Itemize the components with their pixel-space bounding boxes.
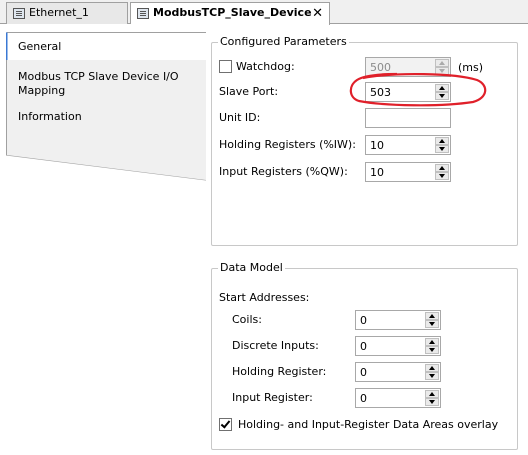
spin-down-icon[interactable]	[435, 172, 449, 180]
input-register-input[interactable]	[358, 390, 420, 406]
holding-registers-input[interactable]	[368, 137, 430, 153]
nav-item-io-mapping-label: Modbus TCP Slave Device I/O Mapping	[18, 70, 179, 97]
highlight-ellipse	[349, 72, 487, 107]
configured-parameters-title: Configured Parameters	[218, 35, 349, 48]
spin-down-icon[interactable]	[425, 398, 439, 406]
input-register-spinner[interactable]	[355, 388, 441, 408]
nav-item-information[interactable]: Information	[8, 106, 205, 124]
tab-ethernet-label: Ethernet_1	[29, 6, 89, 19]
slave-port-highlight	[349, 72, 487, 107]
holding-register-spin-buttons[interactable]	[425, 364, 439, 380]
start-addresses-label: Start Addresses:	[219, 291, 310, 304]
input-registers-label: Input Registers (%QW):	[219, 165, 348, 178]
input-registers-spinner[interactable]	[365, 162, 451, 182]
discrete-inputs-spin-buttons[interactable]	[425, 338, 439, 354]
data-model-group: Data Model Start Addresses: Coils: Discr…	[211, 261, 518, 450]
watchdog-checkbox[interactable]	[219, 60, 232, 73]
spin-up-icon[interactable]	[425, 312, 439, 320]
spin-down-icon[interactable]	[425, 346, 439, 354]
nav-item-general[interactable]: General	[8, 36, 205, 54]
editor-tab-bar: Ethernet_1 ModbusTCP_Slave_Device ✕	[0, 0, 528, 25]
unit-id-label: Unit ID:	[219, 111, 261, 124]
close-icon[interactable]: ✕	[312, 6, 323, 21]
spin-up-icon[interactable]	[435, 164, 449, 172]
data-model-title: Data Model	[218, 261, 285, 274]
discrete-inputs-label: Discrete Inputs:	[232, 339, 319, 352]
nav-item-io-mapping[interactable]: Modbus TCP Slave Device I/O Mapping	[8, 66, 188, 98]
input-register-label: Input Register:	[232, 391, 313, 404]
tab-ethernet[interactable]: Ethernet_1	[6, 2, 128, 24]
coils-spinner[interactable]	[355, 310, 441, 330]
tab-modbus-label: ModbusTCP_Slave_Device	[153, 6, 312, 19]
coils-spin-buttons[interactable]	[425, 312, 439, 328]
unit-id-field[interactable]	[365, 108, 451, 128]
checkmark-icon	[220, 418, 231, 429]
spin-down-icon[interactable]	[425, 372, 439, 380]
spin-up-icon[interactable]	[435, 59, 449, 67]
input-registers-spin-buttons[interactable]	[435, 164, 449, 180]
slave-port-label: Slave Port:	[219, 85, 279, 98]
holding-register-label: Holding Register:	[232, 365, 327, 378]
nav-item-general-label: General	[18, 40, 62, 53]
spin-up-icon[interactable]	[425, 338, 439, 346]
holding-register-spinner[interactable]	[355, 362, 441, 382]
overlay-checkbox[interactable]	[219, 418, 232, 431]
device-icon	[13, 8, 25, 19]
spin-up-icon[interactable]	[435, 137, 449, 145]
coils-input[interactable]	[358, 312, 420, 328]
holding-registers-spin-buttons[interactable]	[435, 137, 449, 153]
device-icon	[137, 8, 149, 19]
settings-nav: General Modbus TCP Slave Device I/O Mapp…	[0, 24, 210, 455]
spin-up-icon[interactable]	[425, 364, 439, 372]
holding-register-input[interactable]	[358, 364, 420, 380]
tab-modbus-slave-device[interactable]: ModbusTCP_Slave_Device ✕	[130, 2, 330, 25]
coils-label: Coils:	[232, 313, 262, 326]
overlay-label: Holding- and Input-Register Data Areas o…	[238, 418, 499, 431]
holding-registers-label: Holding Registers (%IW):	[219, 138, 356, 151]
spin-down-icon[interactable]	[425, 320, 439, 328]
discrete-inputs-spinner[interactable]	[355, 336, 441, 356]
input-registers-input[interactable]	[368, 164, 430, 180]
discrete-inputs-input[interactable]	[358, 338, 420, 354]
holding-registers-spinner[interactable]	[365, 135, 451, 155]
nav-item-information-label: Information	[18, 110, 82, 123]
spin-up-icon[interactable]	[425, 390, 439, 398]
input-register-spin-buttons[interactable]	[425, 390, 439, 406]
spin-down-icon[interactable]	[435, 145, 449, 153]
watchdog-label: Watchdog:	[236, 60, 295, 73]
unit-id-input[interactable]	[366, 109, 450, 127]
